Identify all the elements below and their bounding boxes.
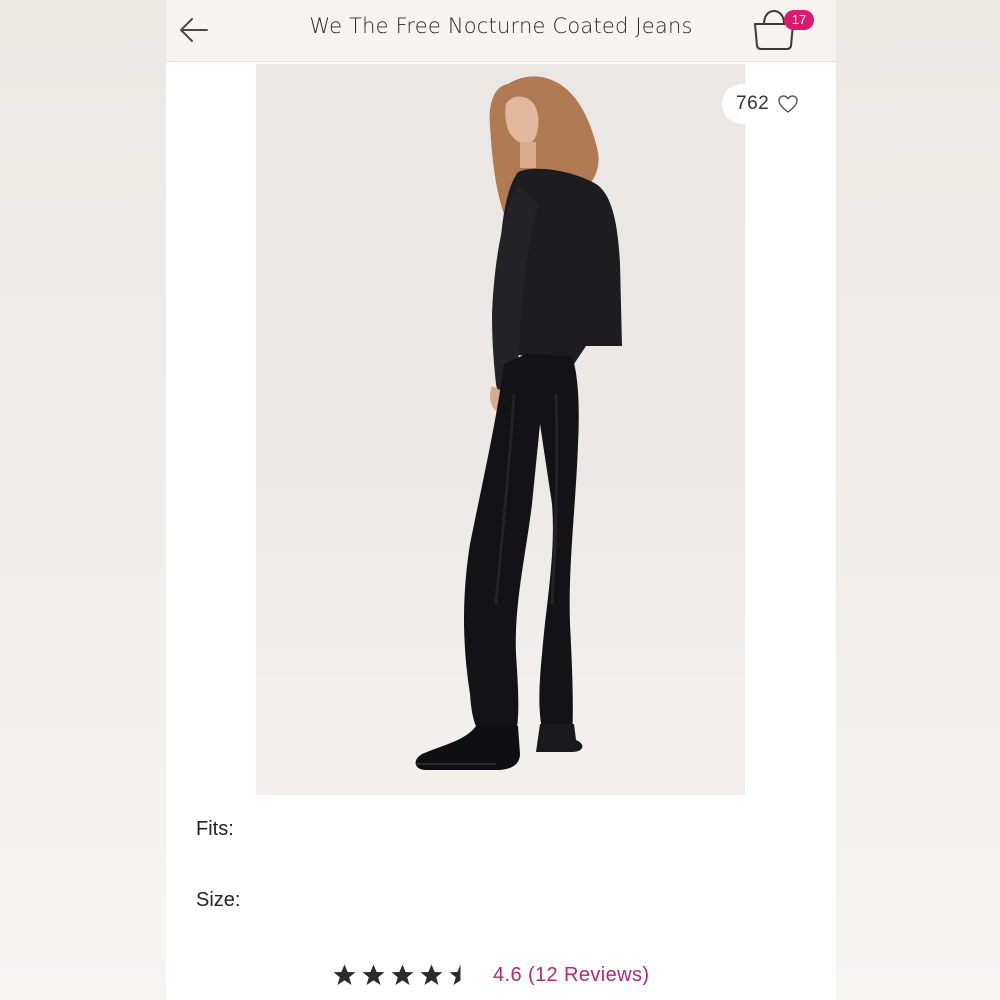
blurred-backdrop-left xyxy=(0,0,166,1000)
star-icon xyxy=(362,964,385,985)
star-icon xyxy=(391,964,414,985)
like-button[interactable]: 762 xyxy=(722,84,816,124)
blurred-backdrop-right xyxy=(834,0,1000,1000)
cart-count-badge: 17 xyxy=(784,10,814,30)
arrow-left-icon xyxy=(180,18,208,42)
like-count: 762 xyxy=(736,93,770,114)
rating-reviews-link[interactable]: 4.6 (12 Reviews) xyxy=(493,964,649,987)
star-icon xyxy=(420,964,443,985)
size-label: Size: xyxy=(196,889,241,911)
shopping-bag-button[interactable]: 17 xyxy=(750,6,814,52)
model-wearing-jeans-image xyxy=(256,76,745,795)
back-button[interactable] xyxy=(176,12,212,48)
fits-label: Fits: xyxy=(196,818,234,840)
star-icon xyxy=(449,964,472,985)
star-rating xyxy=(332,963,473,988)
star-icon xyxy=(333,964,356,985)
top-navigation-bar: We The Free Nocturne Coated Jeans 17 xyxy=(166,0,836,62)
rating-summary[interactable]: 4.6 (12 Reviews) xyxy=(332,963,649,988)
page-title: We The Free Nocturne Coated Jeans xyxy=(309,14,693,38)
product-photo[interactable] xyxy=(256,64,745,795)
product-screen: We The Free Nocturne Coated Jeans 17 762… xyxy=(166,0,836,1000)
heart-icon xyxy=(778,95,798,113)
